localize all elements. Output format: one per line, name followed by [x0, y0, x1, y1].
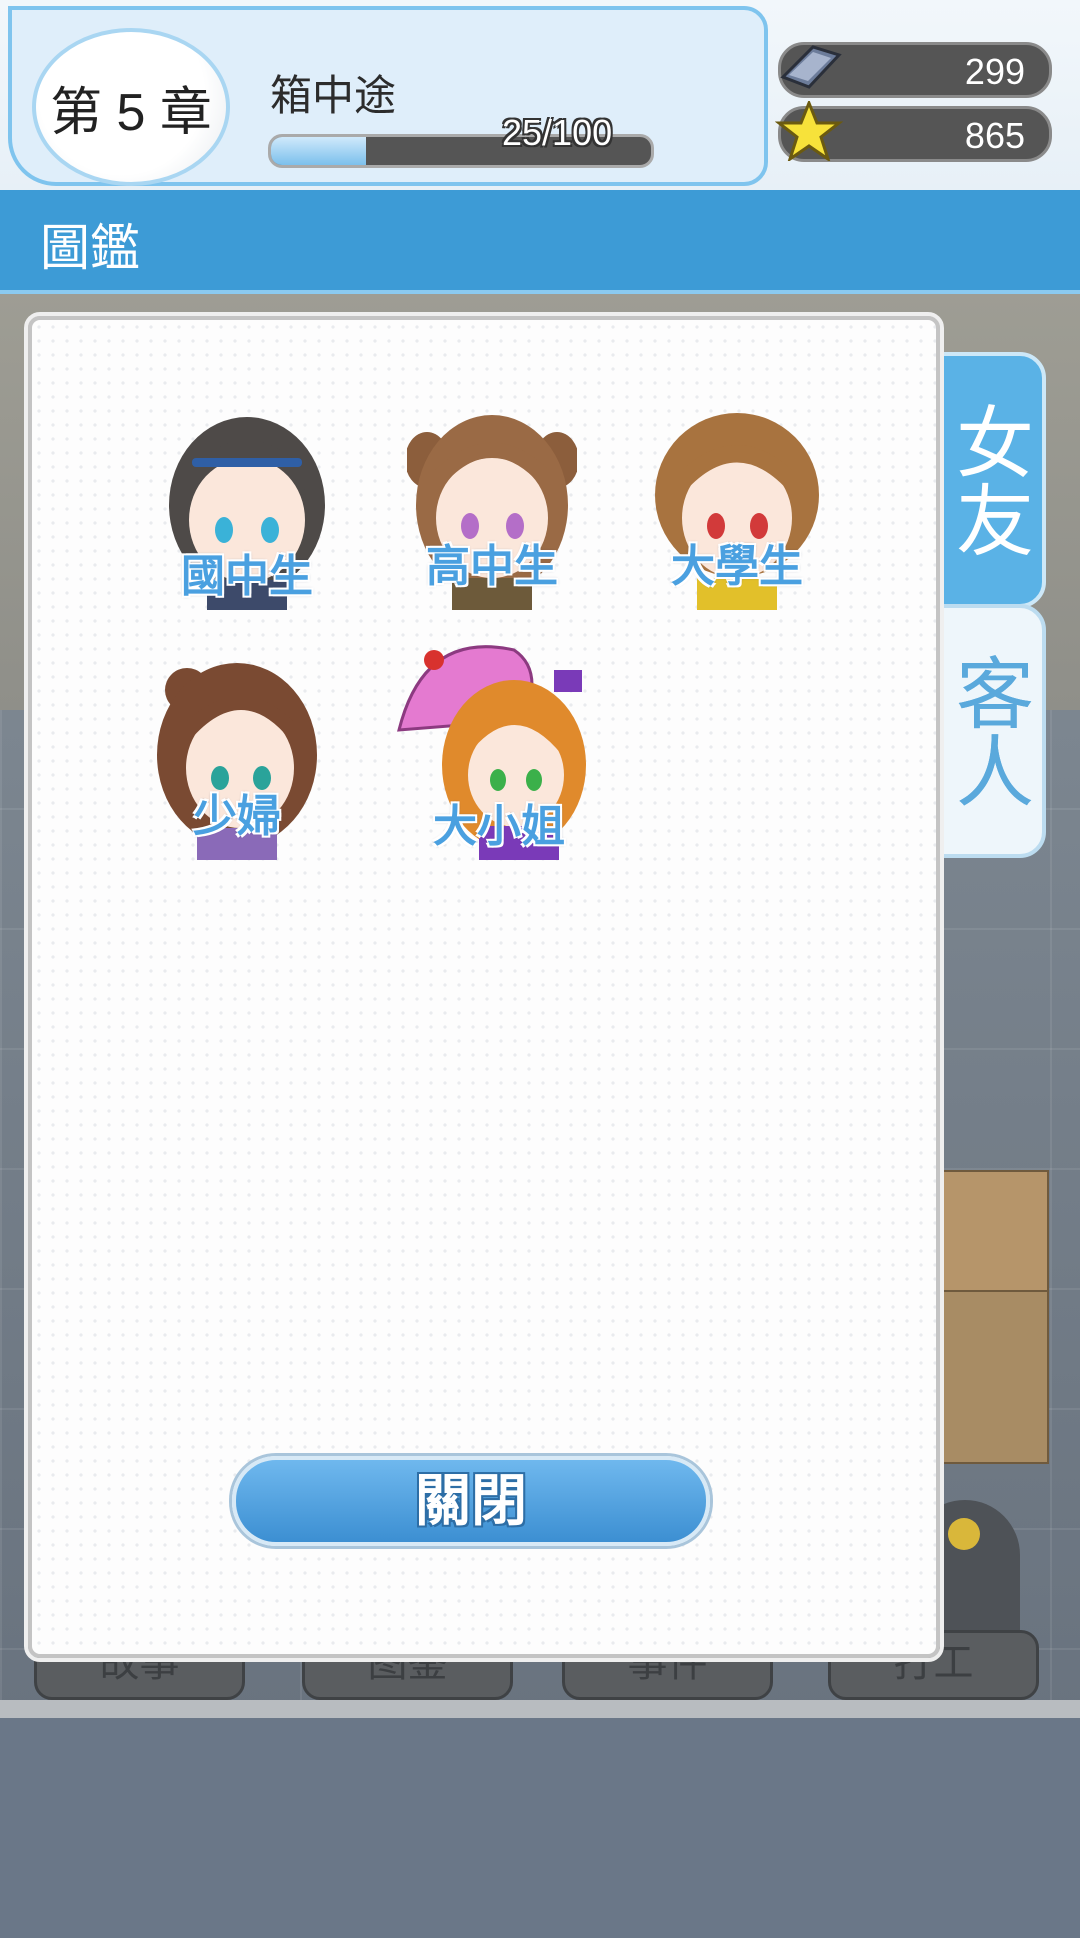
character-card[interactable]: 國中生	[162, 410, 332, 610]
ticket-count: 299	[964, 51, 1025, 92]
progress-fill	[271, 137, 366, 165]
close-button[interactable]: 關閉	[232, 1456, 710, 1546]
top-header: 第 5 章 箱中途 25/100 299 865	[0, 0, 1080, 190]
bottom-area	[0, 1718, 1080, 1938]
stage-title: 箱中途	[270, 72, 397, 119]
character-name: 高中生	[426, 542, 558, 591]
page-title: 圖鑑	[40, 220, 140, 276]
tab-guest-label: 客人	[945, 653, 1033, 809]
star-icon	[775, 101, 843, 161]
ticket-counter: 299	[778, 42, 1052, 98]
cardboard-box-icon	[935, 1170, 1049, 1294]
ticket-icon	[780, 45, 842, 89]
tab-girlfriend-label: 女友	[945, 402, 1033, 558]
character-card[interactable]: 少婦	[152, 650, 322, 860]
character-card[interactable]: 大學生	[652, 400, 822, 610]
character-card[interactable]: 大小姐	[394, 630, 594, 860]
character-name: 大學生	[671, 542, 803, 591]
catalog-dialog: 國中生 高中生 大學生 少婦 大小姐 關閉	[24, 312, 944, 1662]
character-name: 國中生	[181, 552, 313, 601]
tab-guest[interactable]: 客人	[932, 604, 1046, 858]
star-counter: 865	[775, 101, 1052, 162]
cardboard-box-icon	[935, 1290, 1049, 1464]
chapter-badge: 第 5 章	[32, 28, 230, 186]
chapter-panel: 第 5 章 箱中途 25/100	[8, 6, 768, 186]
bottom-divider	[0, 1700, 1080, 1718]
character-name: 大小姐	[433, 802, 565, 851]
character-card[interactable]: 高中生	[405, 400, 579, 610]
tab-girlfriend[interactable]: 女友	[932, 352, 1046, 608]
star-count: 865	[964, 115, 1025, 156]
progress-text: 25/100	[502, 112, 613, 153]
title-bar: 圖鑑	[0, 190, 1080, 294]
character-name: 少婦	[193, 792, 281, 841]
